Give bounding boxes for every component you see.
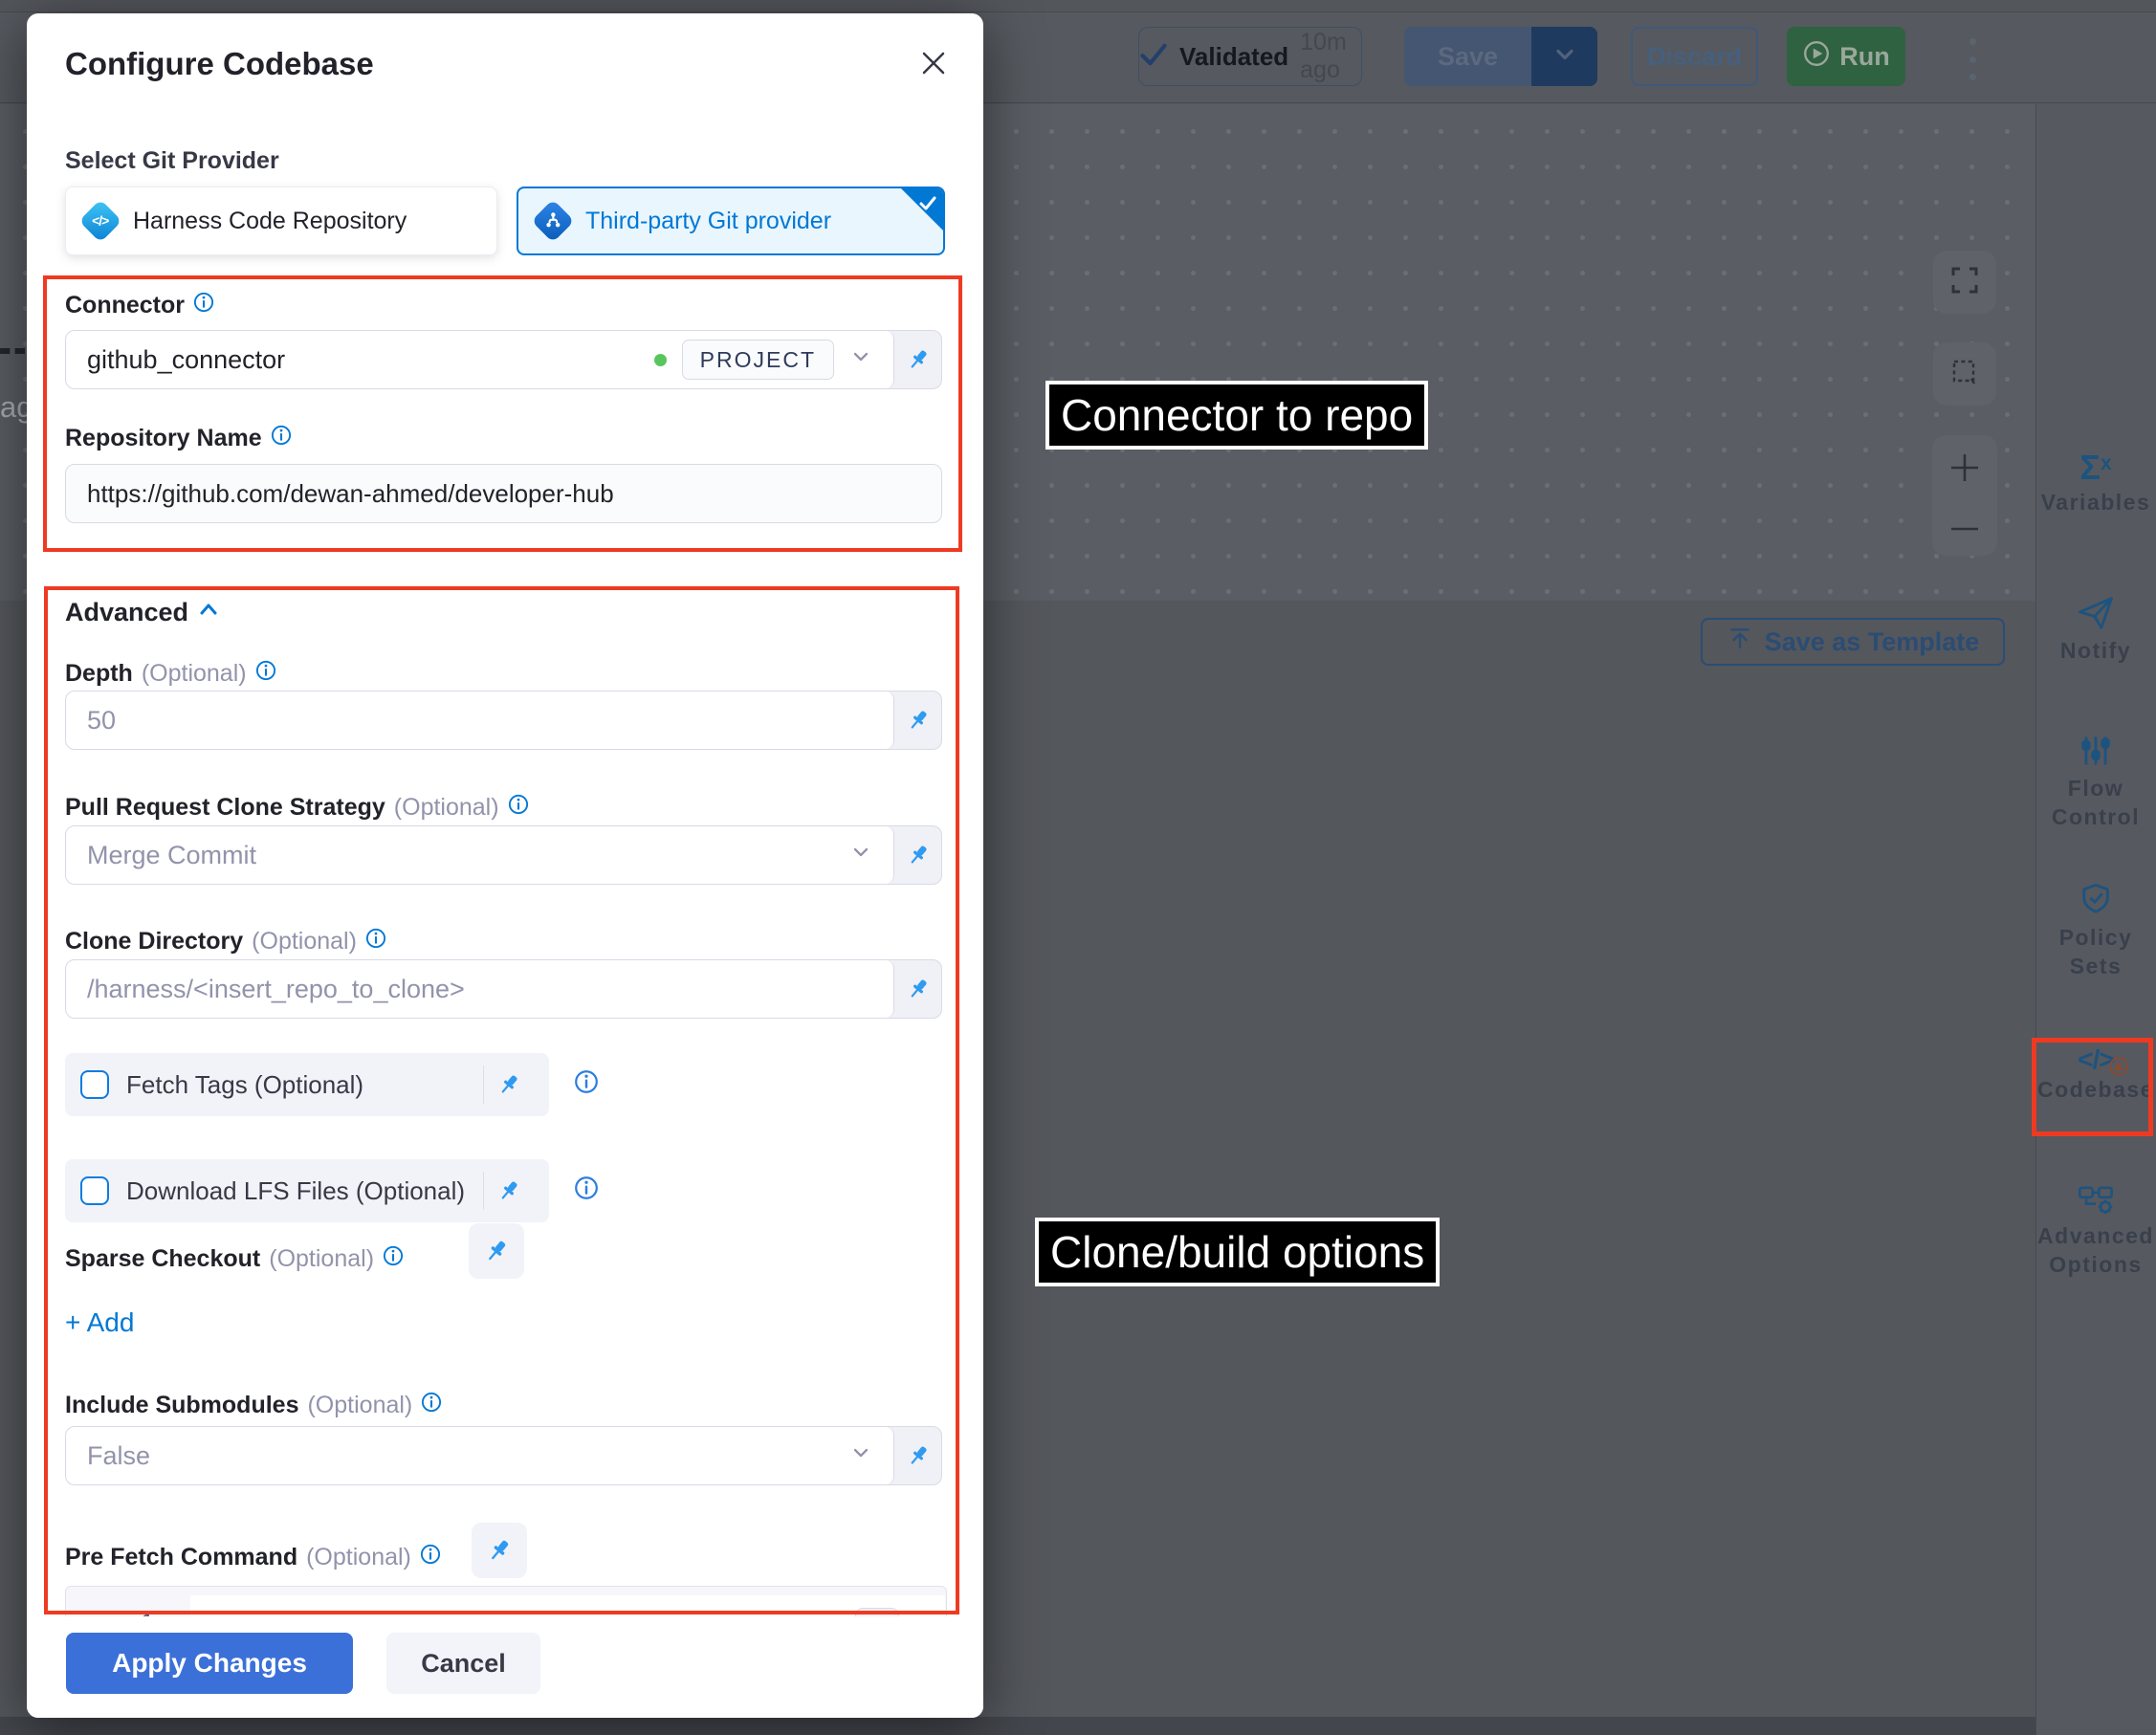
cancel-button[interactable]: Cancel — [386, 1633, 540, 1694]
modal-footer: Apply Changes Cancel — [27, 1616, 983, 1718]
top-strip — [0, 0, 2156, 12]
more-options-menu[interactable] — [1963, 38, 1982, 80]
modal-title: Configure Codebase — [65, 46, 374, 82]
save-as-template-label: Save as Template — [1765, 627, 1980, 657]
screen: ag Validated 10m ago Save Discard Run — [0, 0, 2156, 1735]
save-split-button[interactable]: Save — [1404, 27, 1597, 86]
git-provider-icon — [534, 202, 572, 240]
sidebar-item-policy-sets[interactable]: PolicySets — [2035, 882, 2156, 980]
zoom-controls — [1932, 435, 1997, 556]
selected-check-icon — [917, 193, 938, 214]
sidebar-item-notify[interactable]: Notify — [2035, 595, 2156, 665]
sidebar-item-flow-control[interactable]: FlowControl — [2035, 733, 2156, 831]
annotation-box-connector — [43, 275, 962, 552]
save-as-template-button[interactable]: Save as Template — [1701, 618, 2005, 666]
run-button[interactable]: Run — [1787, 27, 1905, 86]
fit-to-screen-button[interactable] — [1933, 251, 1996, 314]
paper-plane-icon — [2077, 619, 2115, 635]
annotation-box-codebase — [2032, 1038, 2153, 1136]
upload-icon — [1727, 626, 1753, 659]
save-button[interactable]: Save — [1404, 27, 1531, 86]
fullscreen-icon — [1948, 264, 1981, 301]
zoom-out-button[interactable] — [1948, 522, 1981, 539]
annotation-note-clone: Clone/build options — [1035, 1218, 1440, 1286]
bottom-strip — [0, 1717, 2035, 1735]
run-label: Run — [1839, 42, 1889, 72]
play-circle-icon — [1802, 39, 1831, 75]
discard-button[interactable]: Discard — [1631, 27, 1758, 86]
git-provider-label: Select Git Provider — [65, 147, 279, 175]
sidebar-item-advanced-options[interactable]: AdvancedOptions — [2035, 1180, 2156, 1279]
pipeline-edge-fragment — [0, 348, 25, 354]
workflow-gear-icon — [2077, 1204, 2115, 1220]
annotation-note-connector: Connector to repo — [1045, 381, 1428, 450]
provider-option-thirdparty[interactable]: Third-party Git provider — [517, 187, 945, 255]
provider-option-harness[interactable]: </> Harness Code Repository — [65, 187, 497, 255]
annotation-box-advanced — [44, 586, 959, 1614]
shield-check-icon — [2078, 906, 2114, 922]
sigma-icon: Σx — [2079, 467, 2111, 483]
chevron-down-icon — [1551, 41, 1578, 73]
validated-status-badge[interactable]: Validated 10m ago — [1138, 27, 1362, 86]
sidebar-item-variables[interactable]: Σx Variables — [2035, 448, 2156, 516]
marquee-selection-icon — [1948, 356, 1981, 393]
zoom-in-button[interactable] — [1948, 451, 1981, 489]
sliders-icon — [2078, 757, 2114, 773]
marquee-select-button[interactable] — [1933, 342, 1996, 406]
close-icon — [919, 49, 948, 82]
apply-changes-button[interactable]: Apply Changes — [66, 1633, 353, 1694]
validated-label: Validated — [1179, 42, 1288, 72]
harness-code-icon: </> — [81, 202, 120, 240]
close-button[interactable] — [914, 46, 953, 84]
check-icon — [1139, 40, 1168, 74]
save-dropdown-button[interactable] — [1531, 27, 1597, 86]
validated-time: 10m ago — [1300, 29, 1361, 84]
